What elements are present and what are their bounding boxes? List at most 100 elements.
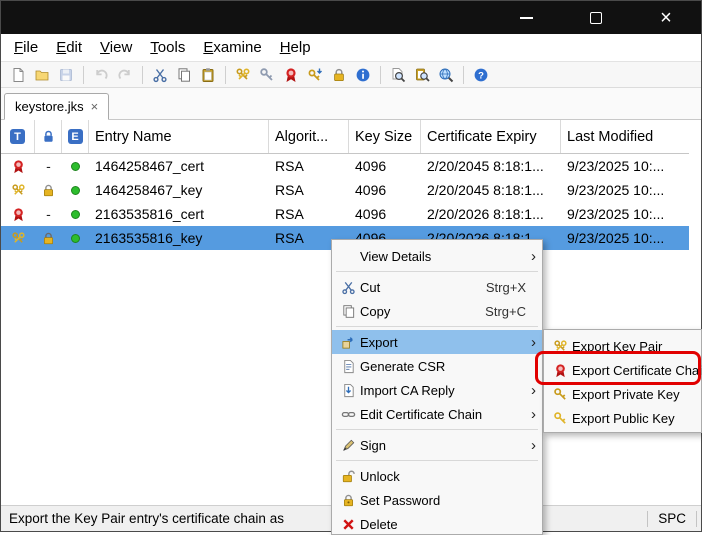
menu-item-set-password[interactable]: Set Password — [332, 488, 542, 512]
entry-name-cell: 1464258467_key — [89, 182, 269, 198]
lock-status-value: - — [46, 206, 51, 222]
expiry-column-icon: E — [68, 129, 83, 144]
column-header-key-size[interactable]: Key Size — [349, 120, 421, 153]
public-key-icon — [553, 411, 568, 426]
open-keystore-button[interactable] — [31, 64, 53, 86]
menu-item-label: Set Password — [360, 493, 536, 508]
column-header-last-modified[interactable]: Last Modified — [561, 120, 689, 153]
column-header-entry-name[interactable]: Entry Name — [89, 120, 269, 153]
column-header-expiry-status[interactable]: E — [62, 120, 89, 153]
redo-button[interactable] — [114, 64, 136, 86]
column-header-type[interactable]: T — [1, 120, 35, 153]
expiry-ok-icon — [71, 186, 80, 195]
key-pair-icon — [553, 339, 568, 354]
menu-item-label: Export — [360, 335, 526, 350]
set-password-button[interactable] — [328, 64, 350, 86]
help-button[interactable]: ? — [470, 64, 492, 86]
menu-item-label: Cut — [360, 280, 486, 295]
menu-tools[interactable]: Tools — [141, 36, 194, 59]
menu-item-export[interactable]: Export › — [332, 330, 542, 354]
submenu-arrow-icon: › — [526, 249, 536, 264]
toolbar-separator — [83, 66, 84, 84]
tab-keystore-jks[interactable]: keystore.jks × — [4, 93, 109, 120]
menu-item-edit-certificate-chain[interactable]: Edit Certificate Chain › — [332, 402, 542, 426]
menu-item-export-private-key[interactable]: Export Private Key — [544, 382, 701, 406]
table-header-row: T E Entry Name Algorit... Key Size Certi… — [1, 120, 689, 154]
entry-context-menu: View Details › Cut Strg+X Copy Strg+C Ex… — [331, 239, 543, 535]
menu-item-import-ca-reply[interactable]: Import CA Reply › — [332, 378, 542, 402]
menu-shortcut: Strg+C — [485, 304, 526, 319]
locked-icon — [41, 183, 56, 198]
menu-item-sign[interactable]: Sign › — [332, 433, 542, 457]
table-row[interactable]: - 2163535816_cert RSA 4096 2/20/2026 8:1… — [1, 202, 689, 226]
undo-button[interactable] — [90, 64, 112, 86]
menu-item-cut[interactable]: Cut Strg+X — [332, 275, 542, 299]
cut-button[interactable] — [149, 64, 171, 86]
maximize-button[interactable] — [561, 1, 631, 34]
entry-name-cell: 2163535816_key — [89, 230, 269, 246]
menu-item-unlock[interactable]: Unlock — [332, 464, 542, 488]
lock-column-icon — [41, 129, 56, 144]
column-header-certificate-expiry[interactable]: Certificate Expiry — [421, 120, 561, 153]
column-header-algorithm[interactable]: Algorit... — [269, 120, 349, 153]
unlock-icon — [341, 469, 356, 484]
menu-help[interactable]: Help — [271, 36, 320, 59]
menu-item-label: Export Key Pair — [572, 339, 695, 354]
menu-separator — [336, 460, 538, 461]
column-header-lock-status[interactable] — [35, 120, 62, 153]
minimize-button[interactable] — [491, 1, 561, 34]
menu-item-export-public-key[interactable]: Export Public Key — [544, 406, 701, 430]
menu-examine[interactable]: Examine — [194, 36, 270, 59]
close-button[interactable]: × — [631, 1, 701, 34]
paste-clipboard-icon — [200, 67, 216, 83]
menu-item-label: Delete — [360, 517, 536, 532]
new-keystore-button[interactable] — [7, 64, 29, 86]
close-icon: × — [660, 8, 672, 28]
import-key-pair-button[interactable] — [304, 64, 326, 86]
svg-text:?: ? — [478, 70, 484, 81]
menu-item-copy[interactable]: Copy Strg+C — [332, 299, 542, 323]
new-document-icon — [10, 67, 26, 83]
paste-button[interactable] — [197, 64, 219, 86]
statusbar-right-panel: SPC — [647, 511, 697, 527]
menu-item-export-key-pair[interactable]: Export Key Pair — [544, 334, 701, 358]
menu-item-label: View Details — [360, 249, 526, 264]
tab-close-icon[interactable]: × — [91, 99, 99, 114]
menu-item-view-details[interactable]: View Details › — [332, 244, 542, 268]
keystore-entries-table: T E Entry Name Algorit... Key Size Certi… — [1, 120, 689, 250]
expiry-ok-icon — [71, 210, 80, 219]
menu-item-label: Copy — [360, 304, 485, 319]
import-trusted-certificate-button[interactable] — [280, 64, 302, 86]
menu-edit[interactable]: Edit — [47, 36, 91, 59]
copy-button[interactable] — [173, 64, 195, 86]
help-icon: ? — [473, 67, 489, 83]
table-row[interactable]: - 1464258467_cert RSA 4096 2/20/2045 8:1… — [1, 154, 689, 178]
key-pair-icon — [11, 231, 26, 246]
algorithm-cell: RSA — [269, 182, 349, 198]
menu-item-label: Sign — [360, 438, 526, 453]
examine-file-button[interactable] — [387, 64, 409, 86]
statusbar-separator — [647, 511, 648, 527]
key-pair-icon — [235, 67, 251, 83]
generate-key-pair-button[interactable] — [232, 64, 254, 86]
menu-file[interactable]: File — [5, 36, 47, 59]
certificate-expiry-cell: 2/20/2026 8:18:1... — [421, 206, 561, 222]
save-disk-icon — [58, 67, 74, 83]
tab-strip: keystore.jks × — [1, 88, 701, 120]
examine-file-icon — [390, 67, 406, 83]
examine-clipboard-button[interactable] — [411, 64, 433, 86]
menu-separator — [336, 326, 538, 327]
table-row[interactable]: 1464258467_key RSA 4096 2/20/2045 8:18:1… — [1, 178, 689, 202]
examine-ssl-button[interactable] — [435, 64, 457, 86]
secret-key-icon — [259, 67, 275, 83]
menu-item-label: Import CA Reply — [360, 383, 526, 398]
submenu-arrow-icon: › — [526, 335, 536, 350]
menu-item-export-certificate-chain[interactable]: Export Certificate Chain — [544, 358, 701, 382]
save-keystore-button[interactable] — [55, 64, 77, 86]
generate-secret-key-button[interactable] — [256, 64, 278, 86]
keystore-explorer-window: × File Edit View Tools Examine Help — [0, 0, 702, 532]
properties-button[interactable] — [352, 64, 374, 86]
menu-view[interactable]: View — [91, 36, 141, 59]
menu-item-generate-csr[interactable]: Generate CSR — [332, 354, 542, 378]
menubar: File Edit View Tools Examine Help — [1, 34, 701, 62]
